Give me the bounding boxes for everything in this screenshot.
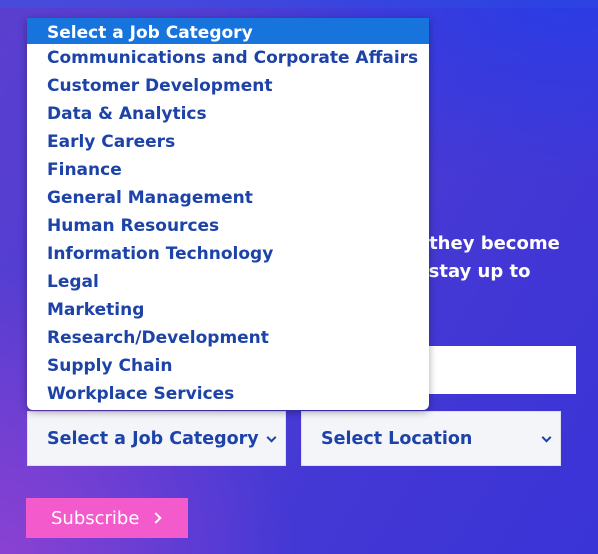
chevron-right-icon <box>150 512 162 524</box>
job-category-dropdown-list: Select a Job Category Communications and… <box>27 18 429 410</box>
dropdown-option-research-development[interactable]: Research/Development <box>27 324 429 352</box>
subscribe-button-label: Subscribe <box>51 507 140 529</box>
intro-text: n they become o stay up to s. <box>410 233 560 310</box>
job-category-select[interactable]: Select a Job Category <box>27 411 286 466</box>
chevron-down-icon <box>266 432 277 443</box>
subscribe-button[interactable]: Subscribe <box>26 498 188 538</box>
dropdown-option-early-careers[interactable]: Early Careers <box>27 128 429 156</box>
dropdown-option-human-resources[interactable]: Human Resources <box>27 212 429 240</box>
email-field[interactable] <box>410 346 576 394</box>
dropdown-option-select-a-job-category[interactable]: Select a Job Category <box>27 18 429 44</box>
top-strip <box>0 0 598 8</box>
chevron-down-icon <box>541 432 552 443</box>
dropdown-option-supply-chain[interactable]: Supply Chain <box>27 352 429 380</box>
dropdown-option-information-technology[interactable]: Information Technology <box>27 240 429 268</box>
dropdown-option-marketing[interactable]: Marketing <box>27 296 429 324</box>
dropdown-option-legal[interactable]: Legal <box>27 268 429 296</box>
location-select[interactable]: Select Location <box>301 411 561 466</box>
dropdown-option-data-analytics[interactable]: Data & Analytics <box>27 100 429 128</box>
dropdown-option-customer-development[interactable]: Customer Development <box>27 72 429 100</box>
dropdown-option-communications[interactable]: Communications and Corporate Affairs <box>27 44 429 72</box>
dropdown-option-general-management[interactable]: General Management <box>27 184 429 212</box>
dropdown-option-finance[interactable]: Finance <box>27 156 429 184</box>
dropdown-option-workplace-services[interactable]: Workplace Services <box>27 380 429 408</box>
location-select-label: Select Location <box>321 428 473 449</box>
job-category-select-label: Select a Job Category <box>47 428 259 449</box>
